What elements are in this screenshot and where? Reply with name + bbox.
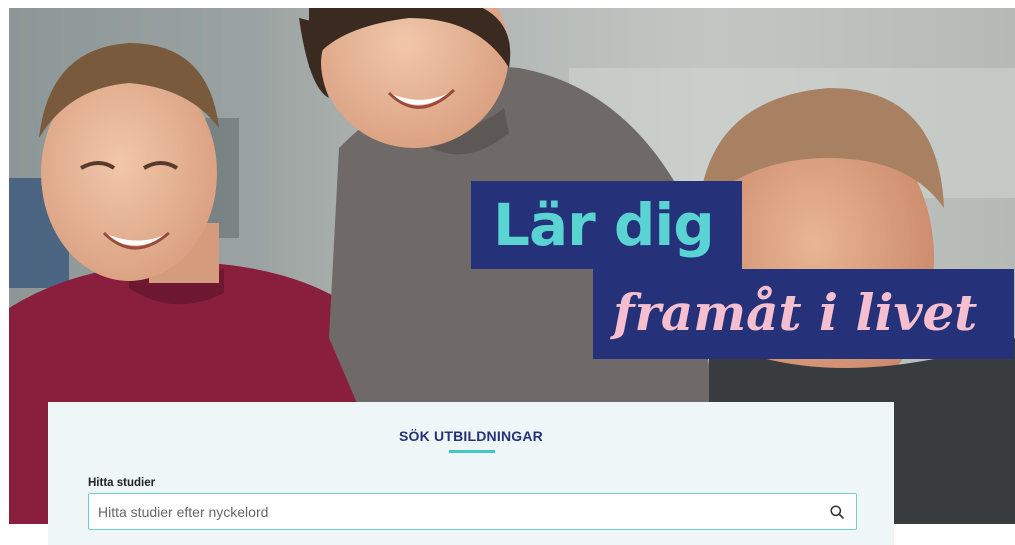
- search-field-label: Hitta studier: [88, 477, 156, 489]
- page: Lär dig framåt i livet SÖK UTBILDNINGAR …: [0, 0, 1015, 545]
- hero-tagline-line1: Lär dig: [471, 181, 742, 269]
- search-panel-heading: SÖK UTBILDNINGAR: [399, 428, 543, 444]
- search-input[interactable]: [89, 494, 809, 529]
- search-box: [88, 493, 857, 530]
- hero-tagline-line2: framåt i livet: [593, 269, 1014, 359]
- heading-underline-divider: [449, 450, 495, 453]
- search-button[interactable]: [824, 499, 850, 525]
- magnifier-icon: [830, 505, 844, 519]
- course-search-panel: SÖK UTBILDNINGAR Hitta studier: [48, 402, 894, 545]
